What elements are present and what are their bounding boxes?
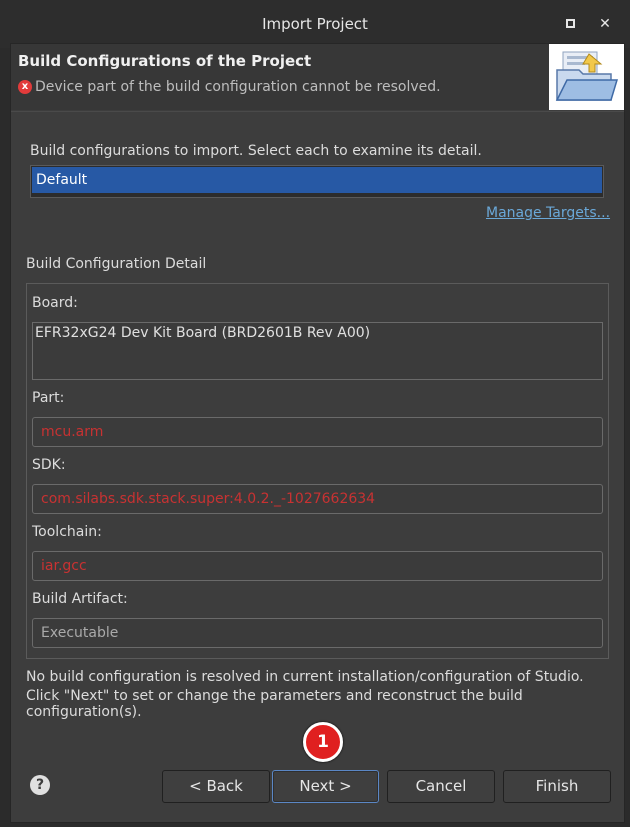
manage-targets-link[interactable]: Manage Targets... (486, 205, 610, 221)
info-message-line1: No build configuration is resolved in cu… (26, 669, 584, 685)
build-config-detail-group: Board: EFR32xG24 Dev Kit Board (BRD2601B… (26, 283, 609, 659)
part-label: Part: (32, 390, 65, 406)
build-config-list[interactable]: Default (30, 165, 604, 198)
page-title: Build Configurations of the Project (18, 52, 312, 70)
error-message: Device part of the build configuration c… (35, 79, 441, 95)
window-titlebar: Import Project ✕ (0, 0, 630, 48)
board-label: Board: (32, 295, 78, 311)
info-message-line2: Click "Next" to set or change the parame… (26, 688, 523, 720)
next-button[interactable]: Next > (272, 770, 379, 803)
import-folder-icon (549, 44, 624, 110)
header-separator (11, 111, 624, 112)
board-field: EFR32xG24 Dev Kit Board (BRD2601B Rev A0… (32, 322, 603, 380)
import-project-dialog: Build Configurations of the Project x De… (10, 43, 625, 823)
toolchain-field[interactable]: iar.gcc (32, 551, 603, 581)
help-icon[interactable]: ? (30, 775, 50, 795)
sdk-label: SDK: (32, 457, 66, 473)
detail-group-label: Build Configuration Detail (26, 256, 207, 272)
window-title: Import Project (262, 15, 368, 33)
wizard-header: Build Configurations of the Project x De… (11, 44, 624, 110)
maximize-icon[interactable] (561, 15, 579, 33)
cancel-button[interactable]: Cancel (387, 770, 495, 803)
configs-label: Build configurations to import. Select e… (30, 143, 482, 159)
sdk-field[interactable]: com.silabs.sdk.stack.super:4.0.2._-10276… (32, 484, 603, 514)
build-artifact-field[interactable]: Executable (32, 618, 603, 648)
error-icon: x (18, 80, 32, 94)
list-item[interactable]: Default (32, 167, 602, 193)
step-badge: 1 (303, 722, 343, 762)
build-artifact-label: Build Artifact: (32, 591, 128, 607)
back-button[interactable]: < Back (162, 770, 270, 803)
finish-button[interactable]: Finish (503, 770, 611, 803)
part-field[interactable]: mcu.arm (32, 417, 603, 447)
close-icon[interactable]: ✕ (596, 15, 614, 33)
toolchain-label: Toolchain: (32, 524, 102, 540)
